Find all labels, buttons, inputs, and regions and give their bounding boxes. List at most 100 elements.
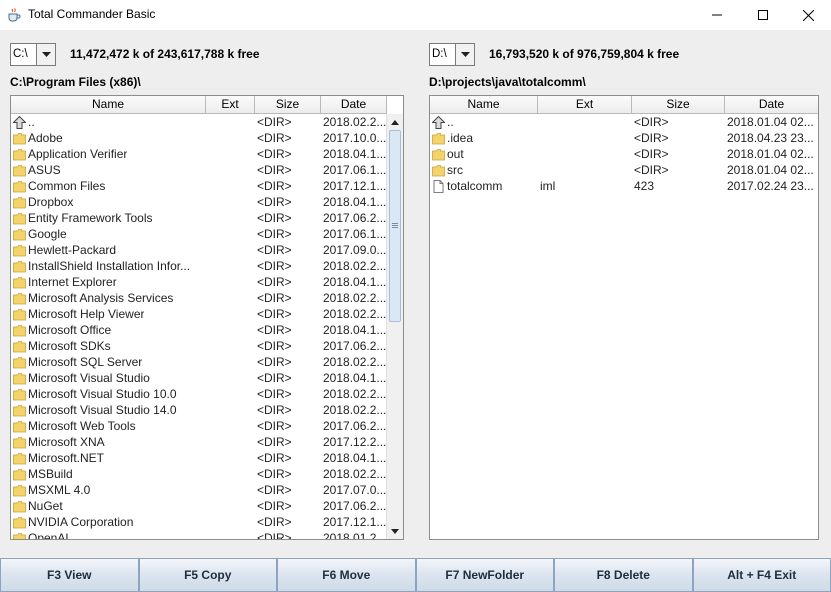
folder-icon (13, 196, 26, 208)
table-row[interactable]: Common Files <DIR> 2017.12.1... (11, 178, 387, 194)
left-col-date[interactable]: Date (321, 96, 387, 113)
scroll-up-arrow[interactable] (387, 114, 403, 130)
cell-ext (206, 274, 255, 290)
table-row[interactable]: .. <DIR> 2018.01.04 02... (430, 114, 818, 130)
table-row[interactable]: Adobe <DIR> 2017.10.0... (11, 130, 387, 146)
left-col-name[interactable]: Name (11, 96, 206, 113)
cell-name: totalcomm (430, 178, 538, 194)
right-col-size[interactable]: Size (632, 96, 725, 113)
left-vertical-scrollbar[interactable] (386, 114, 403, 539)
minimize-button[interactable] (694, 0, 740, 30)
table-row[interactable]: Microsoft XNA <DIR> 2017.12.2... (11, 434, 387, 450)
left-col-ext[interactable]: Ext (206, 96, 255, 113)
right-drive-select[interactable]: D:\ (429, 43, 475, 66)
cell-date: 2018.04.1... (323, 147, 387, 161)
cell-name: Microsoft SDKs (11, 338, 206, 354)
cell-name: Adobe (11, 130, 206, 146)
cell-size: <DIR> (257, 243, 292, 257)
cell-ext (206, 210, 255, 226)
left-file-table[interactable]: Name Ext Size Date .. <DIR> 2018.02.2... Ad… (10, 95, 404, 540)
cell-size: <DIR> (257, 403, 292, 417)
table-row[interactable]: out <DIR> 2018.01.04 02... (430, 146, 818, 162)
file-name: Google (28, 227, 67, 241)
table-row[interactable]: NuGet <DIR> 2017.06.2... (11, 498, 387, 514)
table-row[interactable]: Microsoft SDKs <DIR> 2017.06.2... (11, 338, 387, 354)
file-name: OpenAL (28, 531, 73, 540)
table-row[interactable]: Internet Explorer <DIR> 2018.04.1... (11, 274, 387, 290)
table-row[interactable]: Microsoft Analysis Services <DIR> 2018.02.… (11, 290, 387, 306)
table-row[interactable]: InstallShield Installation Infor... <DIR>… (11, 258, 387, 274)
close-button[interactable] (785, 0, 831, 30)
cell-size: <DIR> (257, 467, 292, 481)
table-row[interactable]: .idea <DIR> 2018.04.23 23... (430, 130, 818, 146)
folder-icon (432, 132, 445, 144)
table-row[interactable]: .. <DIR> 2018.02.2... (11, 114, 387, 130)
left-path: C:\Program Files (x86)\ (10, 75, 141, 89)
folder-icon (13, 276, 26, 288)
cell-name: NVIDIA Corporation (11, 514, 206, 530)
file-icon (433, 179, 444, 193)
cell-size: <DIR> (634, 147, 669, 161)
table-row[interactable]: Dropbox <DIR> 2018.04.1... (11, 194, 387, 210)
title-bar: Total Commander Basic (0, 0, 831, 30)
file-name: NVIDIA Corporation (28, 515, 134, 529)
right-col-name[interactable]: Name (430, 96, 538, 113)
file-name: .. (447, 115, 454, 129)
f5-button[interactable]: F5 Copy (138, 558, 277, 592)
table-row[interactable]: Microsoft.NET <DIR> 2018.04.1... (11, 450, 387, 466)
table-row[interactable]: totalcomm iml 423 2017.02.24 23... (430, 178, 818, 194)
table-row[interactable]: Microsoft SQL Server <DIR> 2018.02.2... (11, 354, 387, 370)
f6-button[interactable]: F6 Move (277, 558, 416, 592)
table-row[interactable]: MSBuild <DIR> 2018.02.2... (11, 466, 387, 482)
table-row[interactable]: Microsoft Visual Studio 14.0 <DIR> 2018.02… (11, 402, 387, 418)
table-row[interactable]: Microsoft Visual Studio 10.0 <DIR> 2018.02… (11, 386, 387, 402)
table-row[interactable]: Hewlett-Packard <DIR> 2017.09.0... (11, 242, 387, 258)
cell-size: <DIR> (257, 323, 292, 337)
table-row[interactable]: Google <DIR> 2017.06.1... (11, 226, 387, 242)
cell-date: 2017.02.24 23... (727, 179, 814, 193)
table-row[interactable]: src <DIR> 2018.01.04 02... (430, 162, 818, 178)
right-drive-dropdown-button[interactable] (456, 44, 474, 65)
cell-size: <DIR> (257, 355, 292, 369)
cell-ext (538, 114, 632, 130)
f8-button[interactable]: F8 Delete (554, 558, 693, 592)
cell-name: Google (11, 226, 206, 242)
table-row[interactable]: Microsoft Web Tools <DIR> 2017.06.2... (11, 418, 387, 434)
table-row[interactable]: Microsoft Help Viewer <DIR> 2018.02.2... (11, 306, 387, 322)
thumb-grip (392, 225, 398, 226)
altf4-button[interactable]: Alt + F4 Exit (692, 558, 831, 592)
table-row[interactable]: NVIDIA Corporation <DIR> 2017.12.1... (11, 514, 387, 530)
right-col-date[interactable]: Date (725, 96, 818, 113)
table-row[interactable]: Entity Framework Tools <DIR> 2017.06.2... (11, 210, 387, 226)
cell-date: 2018.02.2... (323, 115, 387, 129)
table-row[interactable]: ASUS <DIR> 2017.06.1... (11, 162, 387, 178)
right-file-table[interactable]: Name Ext Size Date .. <DIR> 2018.01.04 02.… (429, 95, 819, 540)
cell-size: <DIR> (257, 419, 292, 433)
folder-icon (13, 356, 26, 368)
table-row[interactable]: MSXML 4.0 <DIR> 2017.07.0... (11, 482, 387, 498)
right-col-ext[interactable]: Ext (538, 96, 632, 113)
left-drive-dropdown-button[interactable] (37, 44, 55, 65)
maximize-button[interactable] (740, 0, 786, 30)
left-col-size[interactable]: Size (255, 96, 321, 113)
cell-name: Microsoft XNA (11, 434, 206, 450)
cell-date: 2017.09.0... (323, 243, 387, 257)
folder-icon (13, 436, 26, 448)
cell-size: <DIR> (257, 307, 292, 321)
table-row[interactable]: OpenAL <DIR> 2018.01.2... (11, 530, 387, 540)
cell-ext (206, 418, 255, 434)
left-drive-select[interactable]: C:\ (10, 43, 56, 66)
cell-date: 2018.04.1... (323, 323, 387, 337)
table-row[interactable]: Application Verifier <DIR> 2018.04.1... (11, 146, 387, 162)
table-row[interactable]: Microsoft Office <DIR> 2018.04.1... (11, 322, 387, 338)
cell-size: <DIR> (257, 531, 292, 540)
cell-name: Microsoft Analysis Services (11, 290, 206, 306)
cell-ext (206, 306, 255, 322)
f3-button[interactable]: F3 View (0, 558, 139, 592)
f7-button[interactable]: F7 NewFolder (415, 558, 554, 592)
scroll-down-arrow[interactable] (387, 523, 403, 539)
scroll-thumb[interactable] (389, 130, 401, 322)
table-row[interactable]: Microsoft Visual Studio <DIR> 2018.04.1... (11, 370, 387, 386)
folder-icon (13, 324, 26, 336)
cell-ext (206, 386, 255, 402)
